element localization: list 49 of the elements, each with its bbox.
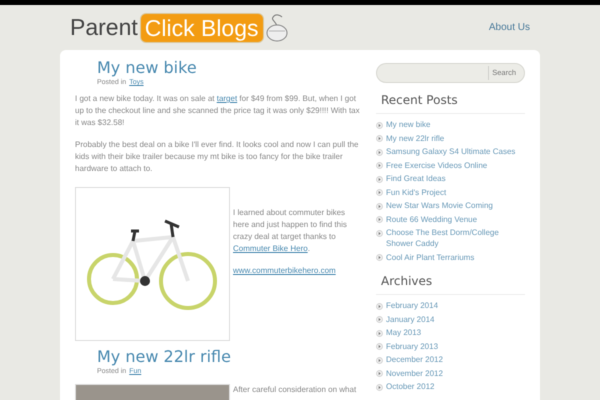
sidebar-link[interactable]: Cool Air Plant Terrariums [386, 250, 474, 264]
bullet-arrow-icon [376, 370, 383, 377]
sidebar-link[interactable]: Route 66 Wedding Venue [386, 212, 478, 226]
bullet-arrow-icon [376, 216, 383, 223]
bullet-arrow-icon [376, 176, 383, 182]
post-paragraph: Probably the best deal on a bike I'll ever find. It looks cool and now I can pull the kids with their bike trailer because my mt bike is too fancy for the bike trailer hardware to attach to. [75, 139, 360, 175]
logo-badge: Click Blogs [140, 12, 264, 42]
sidebar-link[interactable]: December 2012 [386, 353, 443, 366]
post-paragraph: After careful consideration on what [233, 384, 358, 396]
sidebar-link[interactable]: January 2014 [386, 312, 434, 326]
bullet-arrow-icon [376, 122, 383, 128]
sidebar-link[interactable]: Samsung Galaxy S4 Ultimate Cases [386, 145, 516, 158]
bullet-arrow-icon [376, 356, 383, 364]
sidebar-link[interactable]: My new bike [386, 118, 430, 132]
bullet-arrow-icon [376, 148, 383, 156]
bullet-arrow-icon [376, 302, 383, 310]
logo-text: Parent [70, 13, 138, 42]
bullet-arrow-icon [376, 330, 383, 336]
sidebar-link[interactable]: February 2013 [386, 340, 438, 353]
text-link[interactable]: www.commuterbikehero.com [233, 266, 336, 275]
widget-title: Recent Posts [376, 91, 525, 114]
bullet-arrow-icon [376, 230, 383, 236]
post-paragraph: I got a new bike today. It was on sale at target for $49 from $99. But, when I got up to the checkout line and she scanned the price tag it was only $29!!!! With tax it was $32.58! [75, 93, 361, 129]
bullet-arrow-icon [376, 316, 383, 323]
widget-title: Archives [376, 272, 525, 295]
bullet-arrow-icon [376, 343, 383, 350]
post-paragraph: I learned about commuter bikes here and just happen to find this crazy deal at target thanks to Commuter Bike Hero. [233, 207, 348, 255]
mouse-icon [266, 14, 288, 42]
bullet-arrow-icon [376, 162, 383, 169]
nav-link[interactable]: About Us [488, 20, 530, 35]
bullet-arrow-icon [376, 202, 383, 210]
post-title[interactable]: My new bike [75, 58, 361, 78]
bullet-arrow-icon [376, 384, 383, 390]
post-title[interactable]: My new 22lr rifle [75, 347, 361, 367]
bullet-arrow-icon [376, 135, 383, 142]
sidebar-link[interactable]: Free Exercise Videos Online [386, 158, 488, 172]
sidebar-link[interactable]: February 2014 [386, 299, 438, 312]
sidebar-link[interactable]: Find Great Ideas [386, 172, 446, 186]
sidebar-link[interactable]: Choose The Best Dorm/College Shower Caddy [386, 226, 525, 250]
sidebar-link[interactable]: November 2012 [386, 366, 443, 380]
bullet-arrow-icon [376, 189, 383, 196]
text-link[interactable]: target [216, 94, 238, 103]
sidebar-link[interactable]: My new 22lr rifle [386, 132, 444, 145]
sidebar-link[interactable]: October 2012 [386, 380, 434, 394]
sidebar-link[interactable]: Fun Kid's Project [386, 186, 446, 199]
text-link[interactable]: Commuter Bike Hero [233, 244, 308, 253]
sidebar-link[interactable]: New Star Wars Movie Coming [386, 199, 493, 212]
bullet-arrow-icon [376, 254, 383, 261]
sidebar-link[interactable]: May 2013 [386, 326, 422, 340]
